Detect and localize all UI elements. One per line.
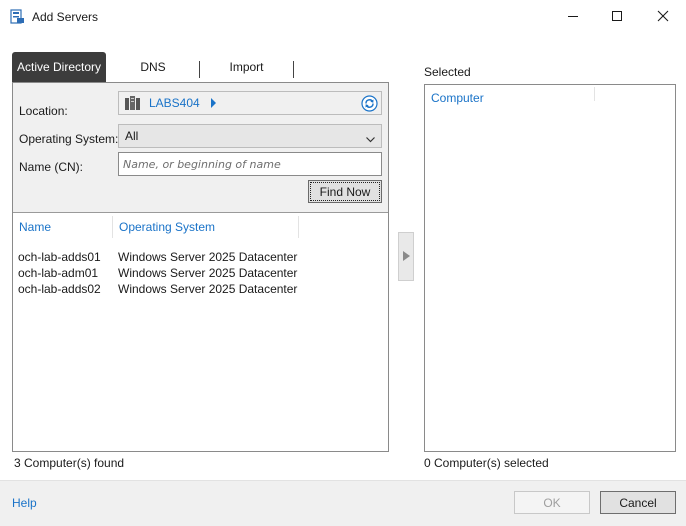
- server-manager-icon: [10, 9, 25, 24]
- dialog-footer: Help OK Cancel: [0, 480, 686, 526]
- dialog-content: Active Directory DNS Import Location: LA…: [0, 34, 686, 480]
- minimize-button[interactable]: [550, 0, 596, 34]
- cell-os: Windows Server 2025 Datacenter: [118, 266, 298, 280]
- location-value[interactable]: LABS404: [149, 96, 200, 110]
- tab-active-directory[interactable]: Active Directory: [12, 52, 106, 82]
- cell-os: Windows Server 2025 Datacenter: [118, 250, 298, 264]
- cell-os: Windows Server 2025 Datacenter: [118, 282, 298, 296]
- location-label: Location:: [19, 104, 68, 118]
- search-panel: Location: LABS404 Operating System: All …: [12, 82, 389, 452]
- selected-list[interactable]: Computer: [424, 84, 676, 452]
- selected-title: Selected: [424, 65, 471, 79]
- column-computer[interactable]: Computer: [431, 91, 484, 105]
- cancel-button[interactable]: Cancel: [600, 491, 676, 514]
- os-label: Operating System:: [19, 132, 119, 146]
- ok-button[interactable]: OK: [514, 491, 590, 514]
- search-criteria: Location: LABS404 Operating System: All …: [13, 83, 388, 213]
- chevron-right-icon[interactable]: [211, 97, 217, 111]
- column-separator: [112, 216, 113, 238]
- column-separator: [298, 216, 299, 238]
- os-dropdown[interactable]: All: [118, 124, 382, 148]
- table-row[interactable]: och-lab-adm01 Windows Server 2025 Datace…: [13, 266, 388, 282]
- tab-dns[interactable]: DNS: [106, 52, 200, 82]
- title-bar: Add Servers: [0, 0, 686, 34]
- add-to-selected-button[interactable]: [398, 232, 414, 281]
- close-button[interactable]: [640, 0, 686, 34]
- os-selected-value: All: [125, 129, 139, 143]
- name-input[interactable]: [118, 152, 382, 176]
- tab-import[interactable]: Import: [200, 52, 293, 82]
- table-row[interactable]: och-lab-adds02 Windows Server 2025 Datac…: [13, 282, 388, 298]
- refresh-icon[interactable]: [361, 95, 378, 115]
- column-operating-system[interactable]: Operating System: [119, 220, 215, 234]
- close-icon: [657, 10, 669, 25]
- chevron-down-icon: [366, 132, 375, 146]
- column-separator: [594, 87, 595, 101]
- find-now-button[interactable]: Find Now: [308, 180, 382, 203]
- help-link[interactable]: Help: [12, 496, 37, 510]
- column-name[interactable]: Name: [19, 220, 51, 234]
- table-row[interactable]: och-lab-adds01 Windows Server 2025 Datac…: [13, 250, 388, 266]
- tab-separator: [293, 61, 294, 78]
- found-count: 3 Computer(s) found: [14, 456, 125, 470]
- tab-bar: Active Directory DNS Import: [12, 52, 302, 82]
- selected-count: 0 Computer(s) selected: [424, 456, 549, 470]
- results-header: Name Operating System: [13, 214, 388, 242]
- maximize-button[interactable]: [594, 0, 640, 34]
- maximize-icon: [611, 10, 623, 25]
- minimize-icon: [567, 10, 579, 25]
- arrow-right-icon: [402, 250, 410, 264]
- cell-name: och-lab-adds01: [18, 250, 101, 264]
- name-label: Name (CN):: [19, 160, 84, 174]
- window-title: Add Servers: [32, 10, 99, 24]
- location-picker[interactable]: LABS404: [118, 91, 382, 115]
- cell-name: och-lab-adm01: [18, 266, 99, 280]
- cell-name: och-lab-adds02: [18, 282, 101, 296]
- server-icon: [125, 96, 141, 114]
